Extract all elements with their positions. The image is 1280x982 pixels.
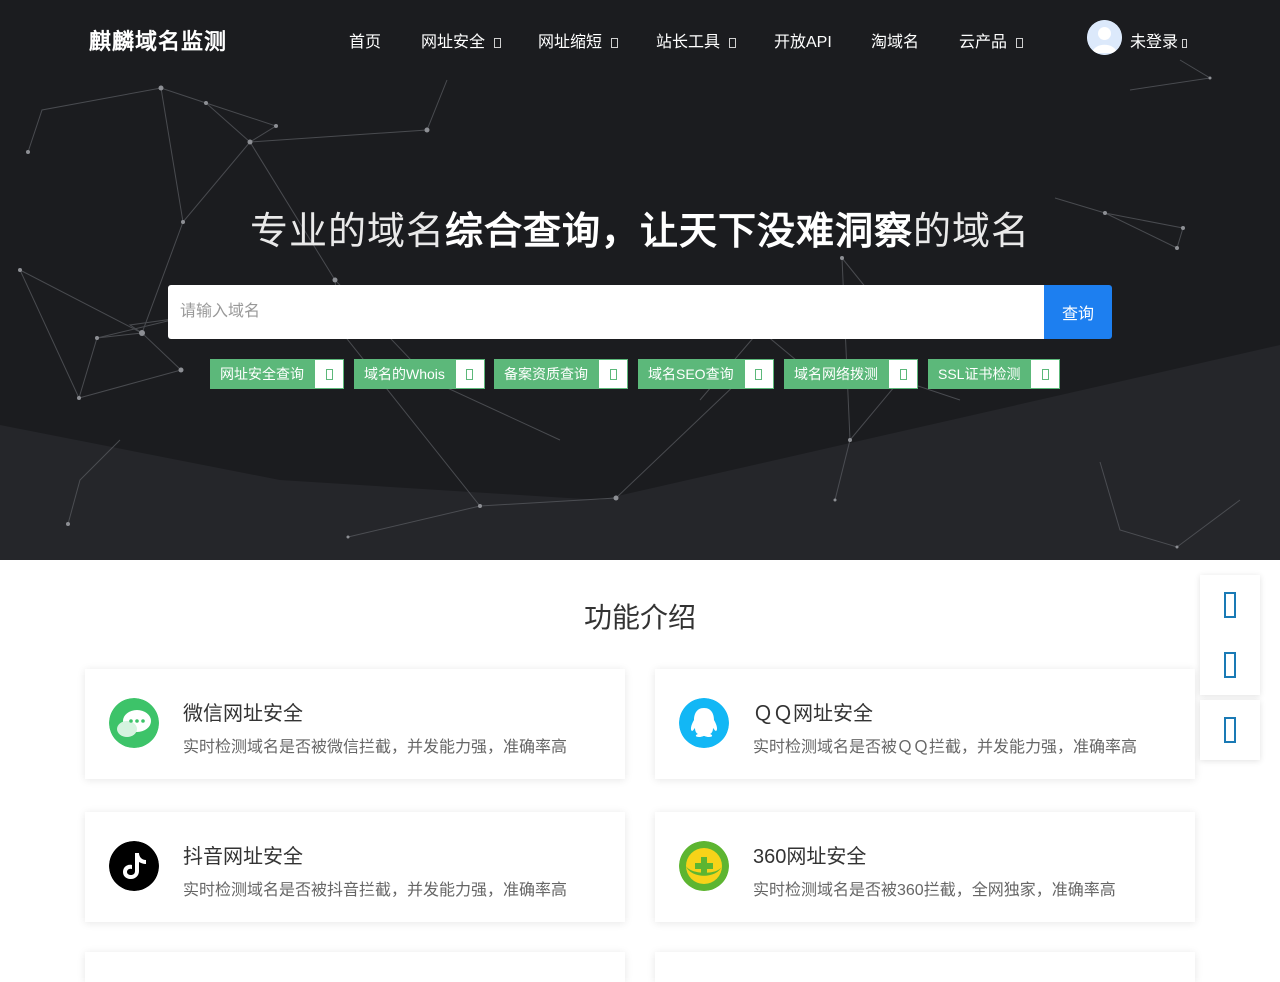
douyin-icon <box>109 841 159 891</box>
nav-label: 开放API <box>774 34 832 51</box>
features-title: 功能介绍 <box>583 602 696 633</box>
quick-tag-whois[interactable]: 域名的Whois <box>354 359 485 389</box>
feature-title: ＱＱ网址安全 <box>753 703 873 725</box>
link-icon <box>1030 359 1061 389</box>
nav-home[interactable]: 首页 <box>349 28 381 52</box>
quick-tag-seo[interactable]: 域名SEO查询 <box>638 359 774 389</box>
search-button[interactable]: 查询 <box>1044 285 1112 339</box>
quick-tag-label: 域名网络拨测 <box>784 359 888 389</box>
quick-tag-label: SSL证书检测 <box>928 359 1031 389</box>
360-icon <box>679 841 729 891</box>
nav-url-shorten[interactable]: 网址缩短 <box>538 28 619 52</box>
feature-desc: 实时检测域名是否被ＱＱ拦截，并发能力强，准确率高 <box>753 739 1138 756</box>
wechat-icon <box>109 698 159 748</box>
domain-search-input[interactable] <box>168 285 1045 339</box>
feature-card-partial <box>655 952 1195 982</box>
nav-label: 网址安全 <box>421 34 486 51</box>
link-icon <box>314 359 344 389</box>
network-background <box>0 59 1280 560</box>
nav-cloud-products[interactable]: 云产品 <box>959 28 1024 52</box>
user-icon <box>1087 20 1122 55</box>
chevron-down-icon <box>1016 38 1024 48</box>
hero-banner: 麒麟域名监测 首页 网址安全 网址缩短 站长工具 开放API 淘域名 云产品 未… <box>0 0 1280 560</box>
feature-card-360[interactable]: 360网址安全 实时检测域名是否被360拦截，全网独家，准确率高 <box>655 812 1195 922</box>
float-button-1[interactable] <box>1200 575 1260 635</box>
slogan-text-bold: 综合查询，让天下没难洞察 <box>444 211 913 253</box>
feature-card-douyin[interactable]: 抖音网址安全 实时检测域名是否被抖音拦截，并发能力强，准确率高 <box>85 812 625 922</box>
login-status: 未登录 <box>1130 28 1188 52</box>
link-icon <box>743 359 774 389</box>
link-icon <box>598 359 628 389</box>
nav-label: 首页 <box>349 34 382 51</box>
nav-open-api[interactable]: 开放API <box>774 28 832 52</box>
hero-slogan: 专业的域名综合查询，让天下没难洞察的域名 <box>0 200 1280 255</box>
link-icon <box>888 359 918 389</box>
feature-title: 360网址安全 <box>753 846 867 868</box>
nav-url-security[interactable]: 网址安全 <box>421 28 502 52</box>
feature-card-qq[interactable]: ＱＱ网址安全 实时检测域名是否被ＱＱ拦截，并发能力强，准确率高 <box>655 669 1195 779</box>
feature-card-wechat[interactable]: 微信网址安全 实时检测域名是否被微信拦截，并发能力强，准确率高 <box>85 669 625 779</box>
quick-tag-icp[interactable]: 备案资质查询 <box>494 359 628 389</box>
quick-tag-label: 域名SEO查询 <box>638 359 744 389</box>
link-icon <box>454 359 485 389</box>
feature-title: 抖音网址安全 <box>183 846 303 868</box>
float-button-2[interactable] <box>1200 635 1260 695</box>
feature-title: 微信网址安全 <box>183 703 303 725</box>
chevron-down-icon <box>611 38 619 48</box>
chevron-down-icon <box>1182 39 1188 48</box>
chevron-down-icon <box>494 38 502 48</box>
slogan-text-1: 专业的域名 <box>249 211 445 253</box>
quick-tag-network-test[interactable]: 域名网络拨测 <box>784 359 918 389</box>
quick-tag-label: 备案资质查询 <box>494 359 598 389</box>
quick-tag-ssl[interactable]: SSL证书检测 <box>928 359 1061 389</box>
back-to-top-button[interactable] <box>1200 700 1260 760</box>
quick-tag-label: 网址安全查询 <box>210 359 314 389</box>
nav-buy-domain[interactable]: 淘域名 <box>871 28 919 52</box>
feature-desc: 实时检测域名是否被抖音拦截，并发能力强，准确率高 <box>183 882 568 899</box>
qq-icon <box>679 698 729 748</box>
site-logo[interactable]: 麒麟域名监测 <box>89 24 227 56</box>
float-toolbar <box>1200 575 1260 695</box>
quick-tag-label: 域名的Whois <box>354 359 455 389</box>
float-toolbar-top <box>1200 700 1260 760</box>
quick-tag-url-security[interactable]: 网址安全查询 <box>210 359 344 389</box>
feature-desc: 实时检测域名是否被微信拦截，并发能力强，准确率高 <box>183 739 568 756</box>
nav-label: 云产品 <box>959 34 1008 51</box>
avatar <box>1087 20 1122 55</box>
feature-card-partial <box>85 952 625 982</box>
nav-label: 站长工具 <box>656 34 721 51</box>
feature-desc: 实时检测域名是否被360拦截，全网独家，准确率高 <box>753 882 1116 899</box>
side-icon-2 <box>1224 652 1236 678</box>
login-status-label: 未登录 <box>1130 34 1179 51</box>
nav-label: 网址缩短 <box>538 34 603 51</box>
slogan-text-2: 的域名 <box>913 211 1031 253</box>
nav-label: 淘域名 <box>871 34 920 51</box>
chevron-down-icon <box>729 38 737 48</box>
side-icon-1 <box>1224 592 1236 618</box>
nav-webmaster-tools[interactable]: 站长工具 <box>656 28 737 52</box>
side-icon-3 <box>1224 717 1236 743</box>
